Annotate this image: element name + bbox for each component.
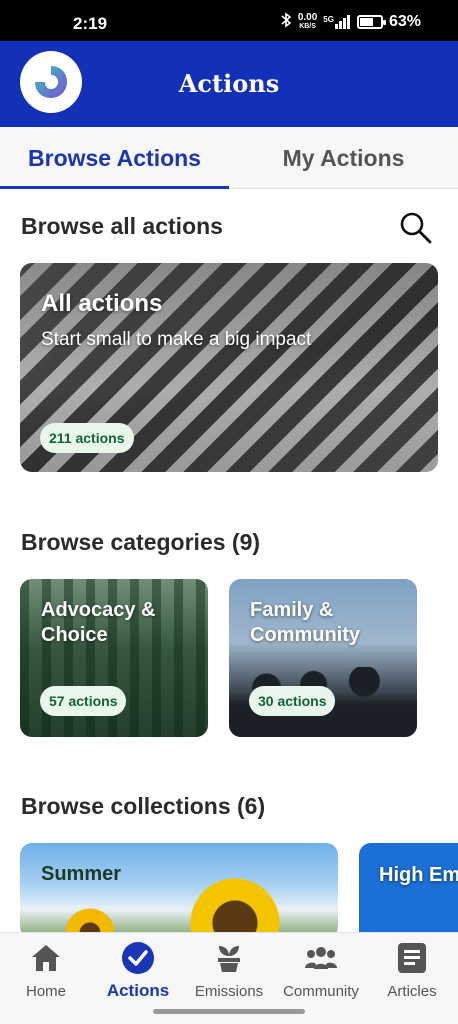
bluetooth-icon: [280, 12, 292, 31]
signal-icon: 5G: [323, 14, 351, 29]
home-icon: [29, 941, 63, 975]
collection-card-high-emissions[interactable]: High Emiss: [359, 843, 458, 938]
battery-percent: 63%: [388, 12, 421, 30]
active-tab-indicator: [0, 186, 229, 189]
all-actions-title: All actions: [41, 290, 163, 317]
all-actions-subtitle: Start small to make a big impact: [41, 329, 312, 350]
search-icon: [400, 212, 432, 244]
action-count-badge: 211 actions: [40, 423, 134, 453]
all-actions-card[interactable]: All actions Start small to make a big im…: [20, 263, 438, 472]
checkmark-circle-icon: [121, 941, 155, 975]
nav-label: Emissions: [194, 983, 264, 1000]
network-type: 5G: [323, 14, 334, 24]
net-speed-value: 0.00: [297, 11, 318, 23]
collection-card-summer[interactable]: Summer: [20, 843, 338, 938]
net-speed-unit: KB/S: [299, 22, 316, 30]
status-bar: 2:19 0.00 KB/S 5G 63%: [0, 0, 458, 41]
battery-icon: [356, 14, 386, 29]
nav-community[interactable]: Community: [275, 941, 367, 1000]
nav-home[interactable]: Home: [0, 941, 92, 1000]
nav-emissions[interactable]: Emissions: [183, 941, 275, 1000]
nav-actions[interactable]: Actions: [92, 941, 184, 1001]
status-time: 2:19: [73, 14, 108, 33]
category-count-badge: 57 actions: [40, 686, 127, 716]
category-card-family[interactable]: Family & Community 30 actions: [229, 579, 417, 737]
nav-label: Community: [283, 983, 359, 1000]
category-count-badge: 30 actions: [249, 686, 336, 716]
battery-level: [359, 17, 373, 26]
nav-label: Actions: [106, 981, 170, 1000]
collection-title: High Emiss: [379, 864, 458, 886]
search-button[interactable]: [396, 208, 436, 248]
article-icon: [395, 941, 429, 975]
browse-categories-title: Browse categories (9): [21, 529, 261, 555]
nav-label: Home: [25, 983, 66, 1000]
status-icons: 0.00 KB/S 5G 63%: [280, 12, 421, 31]
collection-title: Summer: [41, 863, 122, 885]
category-title: Advocacy & Choice: [41, 599, 156, 646]
category-card-advocacy[interactable]: Advocacy & Choice 57 actions: [20, 579, 208, 737]
tab-browse-actions[interactable]: Browse Actions: [0, 127, 229, 189]
sunflower-image: [185, 873, 285, 938]
nav-label: Articles: [387, 983, 437, 1000]
app-header: Actions: [0, 41, 458, 127]
browse-collections-title: Browse collections (6): [21, 793, 266, 819]
nav-articles[interactable]: Articles: [366, 941, 458, 1000]
page-title: Actions: [178, 69, 280, 98]
people-icon: [304, 941, 338, 975]
net-speed: 0.00 KB/S: [297, 11, 318, 31]
tab-bar: Browse Actions My Actions: [0, 127, 458, 189]
tab-my-actions[interactable]: My Actions: [229, 127, 458, 189]
home-indicator[interactable]: [153, 1009, 305, 1014]
category-title: Family & Community: [250, 599, 360, 646]
plant-icon: [212, 941, 246, 975]
browse-all-title: Browse all actions: [21, 213, 223, 239]
